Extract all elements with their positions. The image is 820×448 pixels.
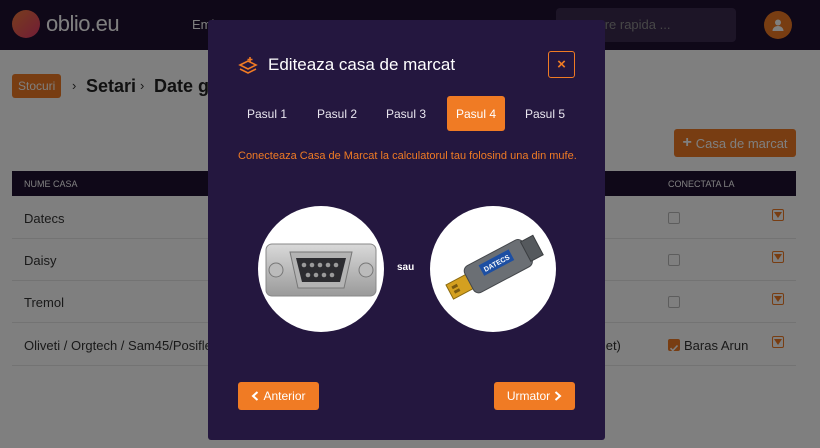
close-button[interactable]: × — [548, 51, 575, 78]
tab-step-1[interactable]: Pasul 1 — [238, 96, 296, 131]
tab-step-4[interactable]: Pasul 4 — [447, 96, 505, 131]
tab-step-3[interactable]: Pasul 3 — [377, 96, 435, 131]
edit-cash-register-modal: Editeaza casa de marcat × Pasul 1 Pasul … — [208, 20, 605, 440]
tab-step-2[interactable]: Pasul 2 — [308, 96, 366, 131]
close-icon: × — [557, 56, 566, 73]
step-instruction: Conecteaza Casa de Marcat la calculatoru… — [238, 150, 577, 162]
previous-button[interactable]: Anterior — [238, 382, 319, 410]
db9-connector-icon — [265, 243, 377, 297]
next-button-label: Urmator — [506, 389, 551, 403]
cash-register-icon — [238, 56, 258, 79]
serial-port-image — [258, 206, 384, 332]
previous-button-label: Anterior — [263, 389, 306, 403]
modal-title: Editeaza casa de marcat — [268, 55, 456, 74]
tab-step-5[interactable]: Pasul 5 — [516, 96, 574, 131]
usb-adapter-icon: DATECS — [445, 234, 544, 300]
next-button[interactable]: Urmator — [494, 382, 575, 410]
usb-adapter-image: DATECS — [430, 206, 556, 332]
chevron-left-icon — [251, 391, 259, 401]
chevron-right-icon — [555, 391, 562, 401]
or-separator: sau — [397, 262, 415, 273]
